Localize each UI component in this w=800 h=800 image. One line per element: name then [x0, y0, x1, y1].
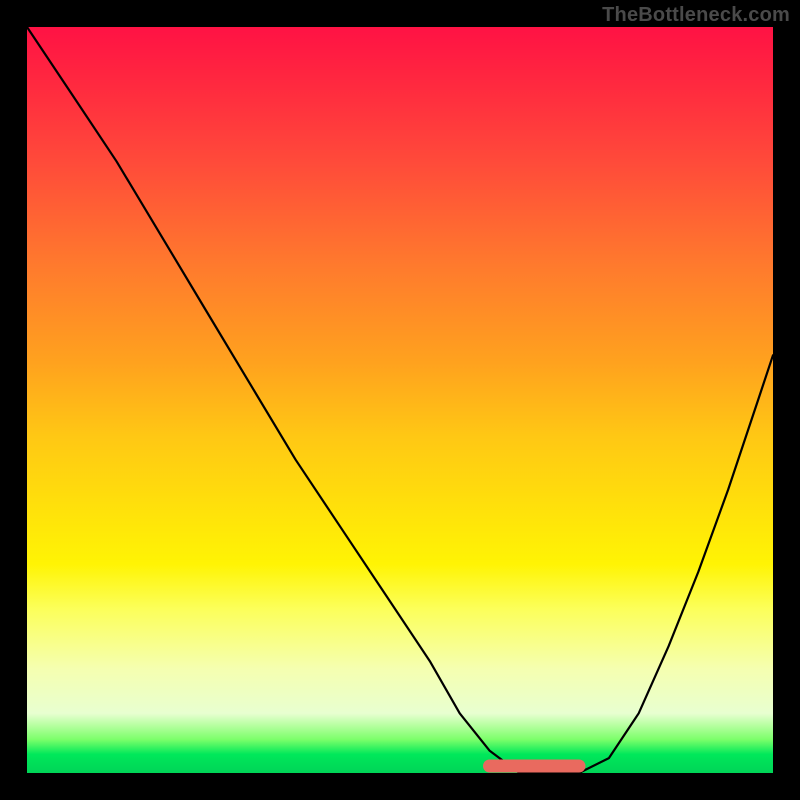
watermark-text: TheBottleneck.com	[602, 4, 790, 27]
chart-svg	[27, 27, 773, 773]
bottleneck-curve-line	[27, 27, 773, 773]
chart-frame: TheBottleneck.com	[0, 0, 800, 800]
plot-area	[27, 27, 773, 773]
